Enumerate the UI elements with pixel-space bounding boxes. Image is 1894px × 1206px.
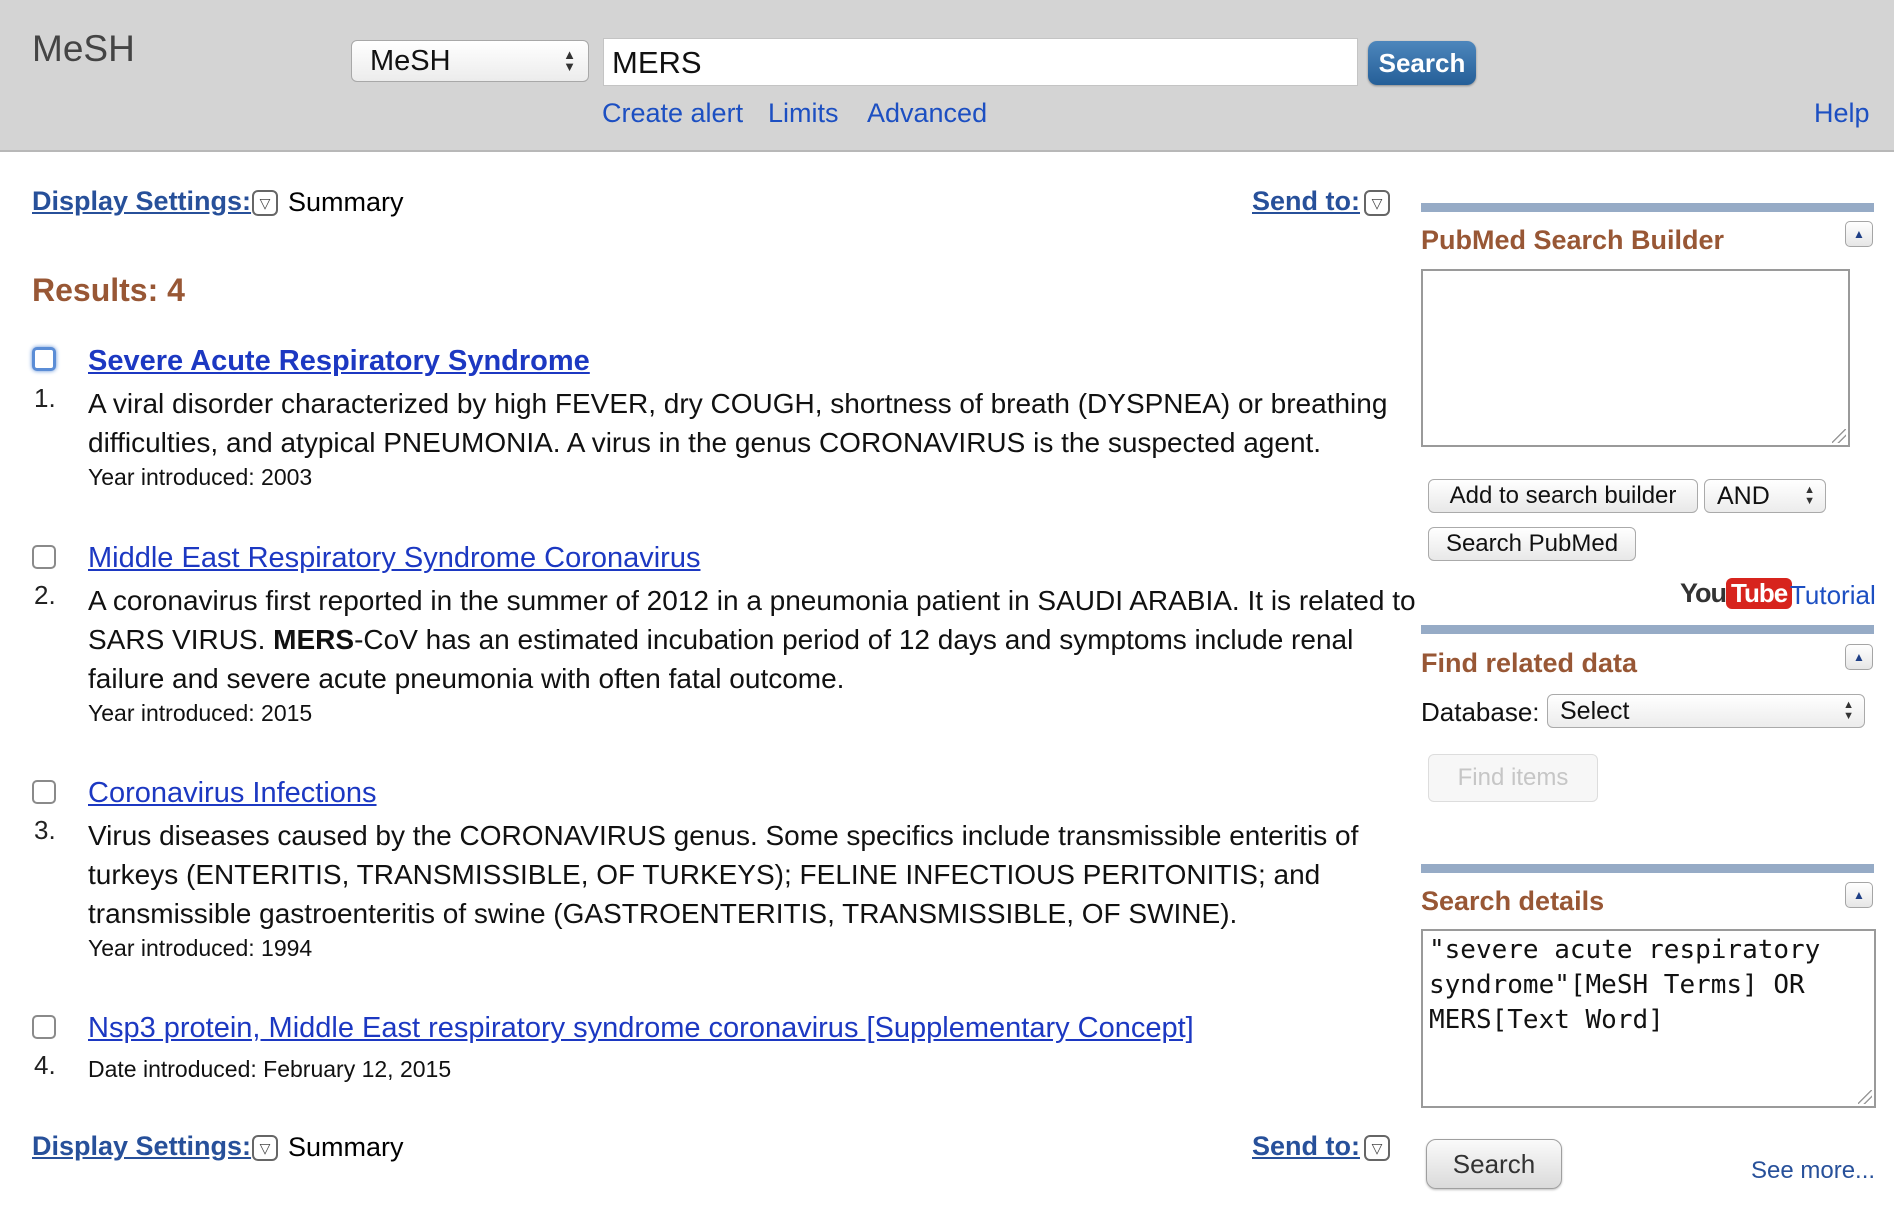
result-checkbox[interactable] <box>32 545 56 569</box>
youtube-logo-icon[interactable]: You Tube <box>1680 578 1793 614</box>
result-title-link[interactable]: Coronavirus Infections <box>88 777 377 810</box>
youtube-logo-text: You <box>1680 578 1727 608</box>
resize-handle-icon[interactable] <box>1832 429 1846 443</box>
results-count: Results: 4 <box>32 272 185 308</box>
related-database-value: Select <box>1560 697 1630 725</box>
database-label: Database: <box>1421 697 1540 727</box>
result-description: A viral disorder characterized by high F… <box>88 388 1388 458</box>
search-builder-title: PubMed Search Builder <box>1421 225 1725 255</box>
section-divider <box>1421 864 1874 873</box>
chevron-down-icon[interactable]: ▽ <box>252 190 278 216</box>
youtube-logo-badge: Tube <box>1726 578 1793 609</box>
create-alert-link[interactable]: Create alert <box>602 98 743 129</box>
find-items-button[interactable]: Find items <box>1428 754 1598 802</box>
resize-handle-icon[interactable] <box>1858 1090 1872 1104</box>
result-date: Date introduced: February 12, 2015 <box>88 1056 452 1082</box>
limits-link[interactable]: Limits <box>768 98 839 129</box>
database-select[interactable]: MeSH ▲ ▼ <box>351 40 589 82</box>
section-divider <box>1421 203 1874 212</box>
send-to-link[interactable]: Send to: <box>1252 1131 1360 1162</box>
advanced-link[interactable]: Advanced <box>867 98 987 129</box>
result-number: 1. <box>34 383 56 413</box>
result-year: Year introduced: 1994 <box>88 935 313 961</box>
tutorial-link[interactable]: Tutorial <box>1790 580 1876 611</box>
help-link[interactable]: Help <box>1814 98 1870 129</box>
result-checkbox[interactable] <box>32 347 56 371</box>
result-checkbox[interactable] <box>32 780 56 804</box>
search-details-query: "severe acute respiratory syndrome"[MeSH… <box>1429 935 1836 1035</box>
search-details-textarea[interactable]: "severe acute respiratory syndrome"[MeSH… <box>1421 929 1876 1108</box>
search-details-button[interactable]: Search <box>1426 1139 1562 1189</box>
collapse-up-icon[interactable]: ▲ <box>1845 644 1873 670</box>
brand-label: MeSH <box>32 28 135 69</box>
chevron-down-icon[interactable]: ▽ <box>1364 190 1390 216</box>
result-number: 2. <box>34 580 56 610</box>
result-title-link[interactable]: Nsp3 protein, Middle East respiratory sy… <box>88 1012 1194 1045</box>
database-select-value: MeSH <box>370 45 451 77</box>
result-description: A coronavirus first reported in the summ… <box>88 581 1418 698</box>
result-number: 3. <box>34 815 56 845</box>
result-description: Virus diseases caused by the CORONAVIRUS… <box>88 820 1359 929</box>
search-input[interactable]: MERS <box>603 38 1358 86</box>
display-settings-bar-top: Display Settings: ▽ Summary Send to: ▽ <box>32 186 1392 226</box>
result-title-link[interactable]: Severe Acute Respiratory Syndrome <box>88 345 590 378</box>
collapse-up-icon[interactable]: ▲ <box>1845 882 1873 908</box>
select-arrows-icon: ▲ ▼ <box>1804 484 1815 507</box>
display-settings-bar-bottom: Display Settings: ▽ Summary Send to: ▽ <box>32 1131 1392 1171</box>
search-term-highlight: MERS <box>273 624 355 655</box>
boolean-operator-value: AND <box>1717 482 1770 510</box>
search-details-title: Search details <box>1421 886 1605 916</box>
search-pubmed-button[interactable]: Search PubMed <box>1428 527 1636 561</box>
select-arrows-icon: ▲ ▼ <box>563 47 576 74</box>
send-to-link[interactable]: Send to: <box>1252 186 1360 217</box>
add-to-search-builder-button[interactable]: Add to search builder <box>1428 479 1698 513</box>
result-checkbox[interactable] <box>32 1015 56 1039</box>
result-title-link[interactable]: Middle East Respiratory Syndrome Coronav… <box>88 542 700 575</box>
find-related-data-title: Find related data <box>1421 648 1638 678</box>
collapse-up-icon[interactable]: ▲ <box>1845 221 1873 247</box>
see-more-link[interactable]: See more... <box>1751 1157 1875 1185</box>
search-button[interactable]: Search <box>1368 41 1476 85</box>
search-header: MeSH MeSH ▲ ▼ MERS Search Create alert Li… <box>0 0 1894 152</box>
result-year: Year introduced: 2015 <box>88 700 313 726</box>
result-number: 4. <box>34 1050 56 1080</box>
chevron-down-icon[interactable]: ▽ <box>1364 1135 1390 1161</box>
result-year: Year introduced: 2003 <box>88 464 313 490</box>
display-settings-link[interactable]: Display Settings: <box>32 186 251 217</box>
display-settings-value: Summary <box>288 1132 404 1162</box>
display-settings-value: Summary <box>288 187 404 217</box>
section-divider <box>1421 625 1874 634</box>
related-database-select[interactable]: Select ▲ ▼ <box>1547 694 1865 728</box>
select-arrows-icon: ▲ ▼ <box>1843 699 1854 722</box>
display-settings-link[interactable]: Display Settings: <box>32 1131 251 1162</box>
search-builder-textarea[interactable] <box>1421 269 1850 447</box>
chevron-down-icon[interactable]: ▽ <box>252 1135 278 1161</box>
boolean-operator-select[interactable]: AND ▲ ▼ <box>1704 479 1826 513</box>
